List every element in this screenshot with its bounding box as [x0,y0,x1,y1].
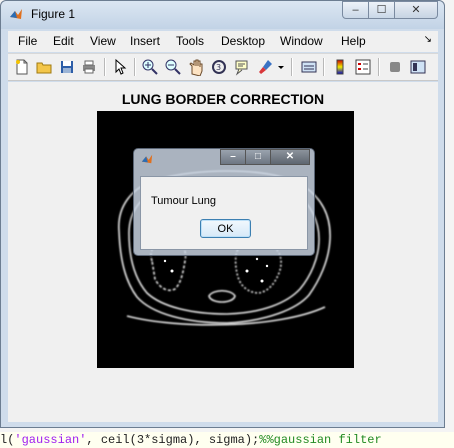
matlab-icon [141,154,153,164]
code-args: , ceil(3*sigma), sigma); [86,433,260,447]
dialog-message: Tumour Lung [151,195,217,207]
maximize-icon: ☐ [376,4,387,16]
table-line [126,306,326,326]
minimize-button[interactable]: – [342,1,369,19]
menu-edit[interactable]: Edit [53,34,74,48]
message-dialog: – □ ✕ Tumour Lung OK [133,148,315,256]
colorbar-icon[interactable] [331,58,349,76]
link-plot-icon[interactable] [300,58,318,76]
code-prefix: l( [0,433,15,447]
open-file-icon[interactable] [35,58,53,76]
save-icon[interactable] [58,58,76,76]
toolbar-separator [104,58,106,76]
code-comment: %%gaussian filter [259,433,382,447]
dialog-maximize-button[interactable]: □ [245,149,271,165]
brush-dropdown-icon[interactable] [276,58,286,76]
toolbar-separator [323,58,325,76]
menu-tools[interactable]: Tools [176,34,204,48]
menu-view[interactable]: View [90,34,116,48]
maximize-button[interactable]: ☐ [368,1,395,19]
data-cursor-icon[interactable] [233,58,251,76]
menu-help[interactable]: Help [341,34,366,48]
dialog-titlebar[interactable]: – □ ✕ [134,149,314,169]
zoom-in-icon[interactable] [141,58,159,76]
brush-icon[interactable] [256,58,274,76]
edit-plot-pointer-icon[interactable] [111,58,129,76]
menu-window[interactable]: Window [280,34,323,48]
spine [208,289,236,303]
toolbar-separator [134,58,136,76]
window-title: Figure 1 [31,7,76,21]
figure-titlebar[interactable]: Figure 1 – ☐ ✕ [1,1,444,29]
toolbar-separator [291,58,293,76]
menu-file[interactable]: File [18,34,37,48]
menubar-overflow-icon[interactable]: ↘ [424,34,432,45]
new-figure-icon[interactable] [13,58,31,76]
toolbar-separator [378,58,380,76]
dialog-body: Tumour Lung OK [140,176,308,250]
print-icon[interactable] [80,58,98,76]
menu-desktop[interactable]: Desktop [221,34,265,48]
matlab-icon [10,9,22,19]
legend-icon[interactable] [354,58,372,76]
background-code-line: l('gaussian', ceil(3*sigma), sigma);%%ga… [0,432,454,448]
dialog-close-button[interactable]: ✕ [270,149,310,165]
dialog-minimize-button[interactable]: – [220,149,246,165]
minimize-icon: – [352,4,359,16]
minimize-icon: – [230,151,236,162]
ok-button[interactable]: OK [200,219,251,238]
close-icon: ✕ [285,151,295,162]
pan-hand-icon[interactable] [187,58,205,76]
hide-plot-tools-icon[interactable] [386,58,404,76]
plot-title: LUNG BORDER CORRECTION [121,91,325,107]
code-string: 'gaussian' [14,433,87,447]
menubar: File Edit View Insert Tools Desktop Wind… [8,31,438,52]
menu-insert[interactable]: Insert [130,34,160,48]
close-button[interactable]: ✕ [394,1,438,19]
maximize-icon: □ [254,151,262,162]
rotate-3d-icon[interactable]: 3 [210,58,228,76]
svg-text:3: 3 [216,63,221,72]
close-icon: ✕ [411,4,421,16]
show-plot-tools-icon[interactable] [409,58,427,76]
zoom-out-icon[interactable] [164,58,182,76]
figure-toolbar: 3 [8,53,438,81]
